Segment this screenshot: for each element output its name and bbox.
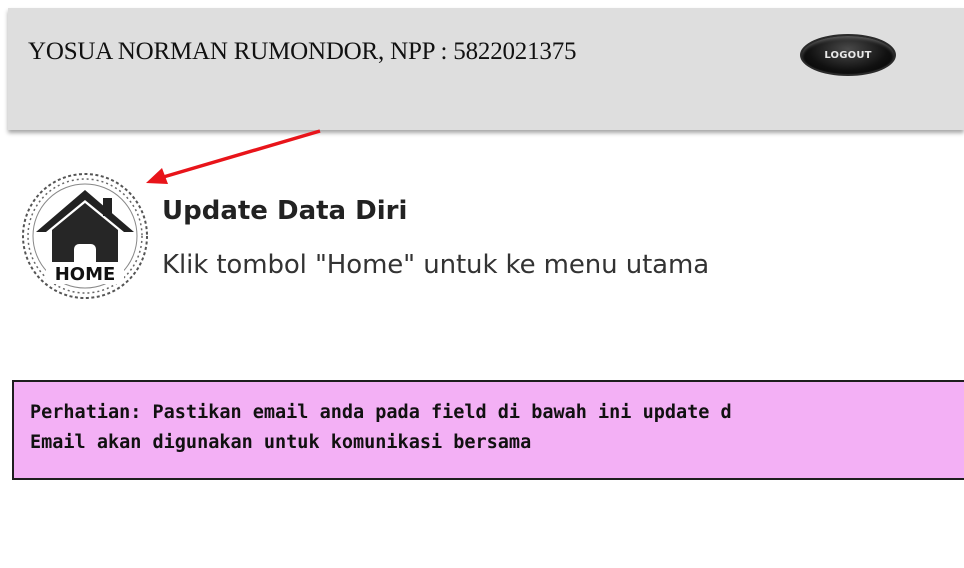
page-subtitle: Klik tombol "Home" untuk ke menu utama: [162, 250, 710, 280]
page-title: Update Data Diri: [162, 196, 408, 226]
top-header-bar: YOSUA NORMAN RUMONDOR, NPP : 5822021375 …: [8, 8, 964, 130]
notice-line-1: Perhatian: Pastikan email anda pada fiel…: [30, 402, 732, 423]
notice-box: Perhatian: Pastikan email anda pada fiel…: [12, 380, 964, 480]
home-icon-label: HOME: [55, 264, 116, 285]
annotation-arrow: [146, 129, 321, 184]
home-icon[interactable]: HOME: [14, 170, 156, 302]
logout-button-label: LOGOUT: [824, 49, 872, 61]
logout-button[interactable]: LOGOUT: [800, 34, 896, 76]
notice-line-2: Email akan digunakan untuk komunikasi be…: [30, 432, 532, 453]
user-info-label: YOSUA NORMAN RUMONDOR, NPP : 5822021375: [28, 38, 577, 65]
